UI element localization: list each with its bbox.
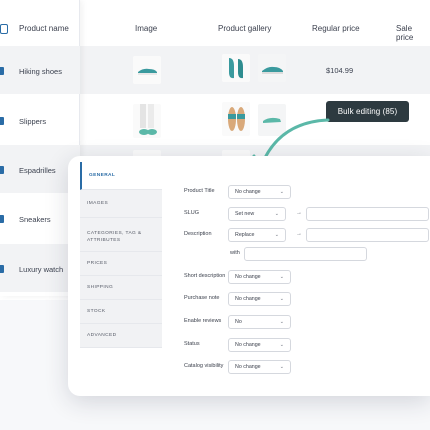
nav-categories-tags-attributes[interactable]: CATEGORIES, TAG & ATTRIBUTES bbox=[80, 218, 162, 252]
purchase-note-label: Purchase note bbox=[184, 295, 220, 301]
chevron-down-icon: ⌄ bbox=[279, 342, 284, 348]
nav-prices[interactable]: PRICES bbox=[80, 252, 162, 276]
catalog-visibility-select[interactable]: No change ⌄ bbox=[228, 360, 291, 374]
chevron-down-icon: ⌄ bbox=[279, 189, 284, 195]
description-value: Replace bbox=[235, 232, 255, 238]
row-checkbox[interactable] bbox=[0, 67, 4, 75]
chevron-down-icon: ⌄ bbox=[274, 211, 279, 217]
product-name[interactable]: Espadrilles bbox=[19, 166, 56, 175]
row-checkbox[interactable] bbox=[0, 166, 4, 174]
nav-shipping[interactable]: SHIPPING bbox=[80, 276, 162, 300]
chevron-down-icon: ⌄ bbox=[279, 296, 284, 302]
product-image[interactable] bbox=[133, 56, 161, 84]
row-checkbox[interactable] bbox=[0, 117, 4, 125]
chevron-down-icon: ⌄ bbox=[279, 319, 284, 325]
slug-value: Set new bbox=[235, 211, 255, 217]
gallery-image[interactable] bbox=[258, 54, 286, 82]
description-replace-input[interactable] bbox=[244, 247, 367, 261]
short-description-label: Short description bbox=[184, 273, 226, 279]
status-select[interactable]: No change ⌄ bbox=[228, 338, 291, 352]
gallery-image[interactable] bbox=[222, 54, 250, 82]
product-name[interactable]: Sneakers bbox=[19, 215, 51, 224]
product-title-label: Product Title bbox=[184, 188, 215, 194]
purchase-note-select[interactable]: No change ⌄ bbox=[228, 292, 291, 306]
product-name[interactable]: Slippers bbox=[19, 117, 46, 126]
bulk-edit-modal: GENERAL IMAGES CATEGORIES, TAG & ATTRIBU… bbox=[68, 156, 430, 396]
slug-input[interactable] bbox=[306, 207, 429, 221]
product-name[interactable]: Hiking shoes bbox=[19, 67, 62, 76]
chevron-down-icon: ⌄ bbox=[274, 232, 279, 238]
nav-images[interactable]: IMAGES bbox=[80, 190, 162, 218]
column-header-image[interactable]: Image bbox=[135, 24, 157, 33]
gallery-image[interactable] bbox=[222, 102, 250, 136]
short-description-select[interactable]: No change ⌄ bbox=[228, 270, 291, 284]
column-header-regular-price[interactable]: Regular price bbox=[312, 24, 360, 33]
product-title-select[interactable]: No change ⌄ bbox=[228, 185, 291, 199]
chevron-down-icon: ⌄ bbox=[279, 274, 284, 280]
status-value: No change bbox=[235, 342, 261, 348]
description-label: Description bbox=[184, 231, 212, 237]
description-find-input[interactable] bbox=[306, 228, 429, 242]
price-cell[interactable]: $104.99 bbox=[326, 66, 353, 75]
chevron-down-icon: ⌄ bbox=[279, 364, 284, 370]
description-select[interactable]: Replace ⌄ bbox=[228, 228, 286, 242]
column-header-product-name[interactable]: Product name bbox=[19, 24, 69, 33]
purchase-note-value: No change bbox=[235, 296, 261, 302]
with-label: with bbox=[230, 250, 240, 256]
catalog-visibility-label: Catalog visibility bbox=[184, 363, 224, 369]
row-checkbox[interactable] bbox=[0, 215, 4, 223]
product-name[interactable]: Luxury watch bbox=[19, 265, 63, 274]
enable-reviews-value: No bbox=[235, 319, 242, 325]
catalog-visibility-value: No change bbox=[235, 364, 261, 370]
slug-label: SLUG bbox=[184, 210, 199, 216]
nav-stock[interactable]: STOCK bbox=[80, 300, 162, 324]
column-header-gallery[interactable]: Product gallery bbox=[218, 24, 271, 33]
slug-select[interactable]: Set new ⌄ bbox=[228, 207, 286, 221]
product-image[interactable] bbox=[133, 104, 161, 138]
enable-reviews-select[interactable]: No ⌄ bbox=[228, 315, 291, 329]
product-title-value: No change bbox=[235, 189, 261, 195]
nav-general[interactable]: GENERAL bbox=[80, 162, 162, 190]
arrow-right-icon: → bbox=[296, 210, 302, 216]
status-label: Status bbox=[184, 341, 200, 347]
select-all-checkbox[interactable] bbox=[0, 24, 8, 34]
row-checkbox[interactable] bbox=[0, 265, 4, 273]
enable-reviews-label: Enable reviews bbox=[184, 318, 222, 324]
column-header-sale-price[interactable]: Sale price bbox=[396, 24, 430, 42]
nav-advanced[interactable]: ADVANCED bbox=[80, 324, 162, 348]
short-description-value: No change bbox=[235, 274, 261, 280]
arrow-right-icon: → bbox=[296, 231, 302, 237]
